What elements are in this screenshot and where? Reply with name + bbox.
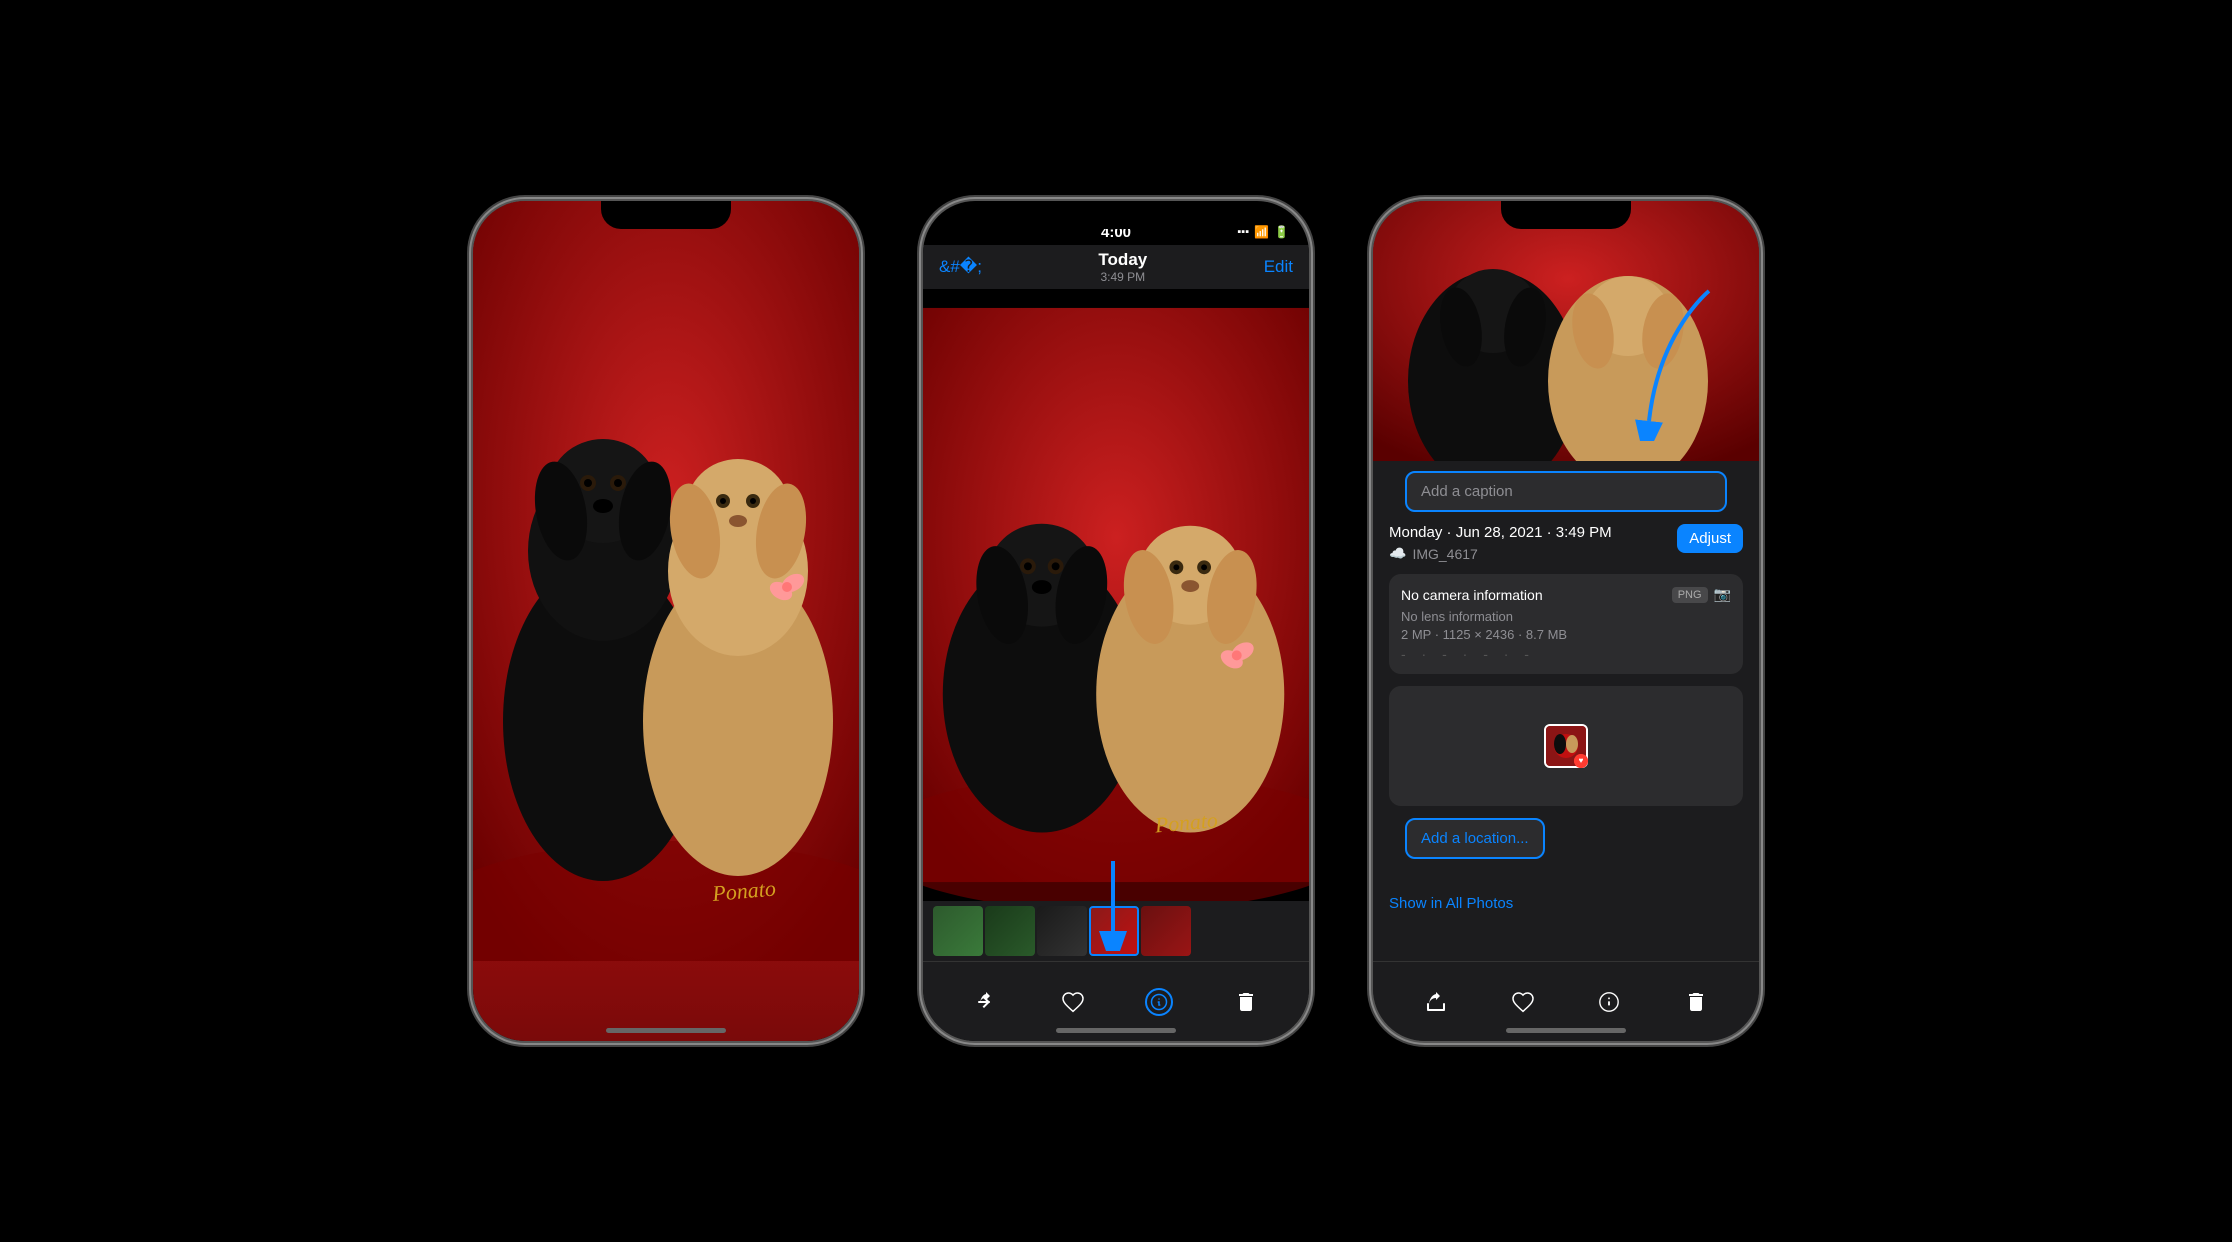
dog-photo-2: Ponato [923, 289, 1309, 901]
location-section: Add a location... [1389, 818, 1743, 871]
show-all-photos-link[interactable]: Show in All Photos [1373, 883, 1759, 924]
time-display: 4:00 [1101, 224, 1131, 241]
photo-top-3 [1373, 201, 1759, 461]
filmstrip-thumb-5[interactable] [1141, 906, 1191, 956]
signal-icon: ▪▪▪ [1237, 226, 1249, 238]
phone-3: Add a caption Monday · Jun 28, 2021 · 3:… [1371, 199, 1761, 1043]
share-button-3[interactable] [1422, 988, 1450, 1016]
home-indicator-1 [606, 1028, 726, 1033]
wifi-icon: 📶 [1254, 225, 1269, 239]
info-section: Monday · Jun 28, 2021 · 3:49 PM ☁️ IMG_4… [1373, 512, 1759, 574]
back-button[interactable]: &#�; [939, 257, 982, 277]
map-area: ♥ [1389, 686, 1743, 806]
photo-fullscreen-1: Ponato [473, 201, 859, 1041]
edit-button[interactable]: Edit [1264, 257, 1293, 277]
arrow-indicator-caption [1629, 281, 1729, 446]
add-location-button[interactable]: Add a location... [1405, 818, 1545, 859]
info-button-highlighted[interactable] [1145, 988, 1173, 1016]
camera-dashes: - · - · - · - [1401, 646, 1731, 662]
caption-section: Add a caption [1389, 471, 1743, 512]
favorite-button-3[interactable] [1509, 988, 1537, 1016]
arrow-indicator-info [1078, 851, 1148, 956]
nav-bar-2: &#�; Today 3:49 PM Edit [923, 245, 1309, 289]
nav-subtitle: 3:49 PM [1098, 270, 1147, 284]
lens-info: No lens information [1401, 609, 1731, 624]
nav-title-block: Today 3:49 PM [1098, 250, 1147, 284]
info-button-3[interactable] [1595, 988, 1623, 1016]
nav-title: Today [1098, 250, 1147, 270]
adjust-button[interactable]: Adjust [1677, 524, 1743, 553]
delete-button-3[interactable] [1682, 988, 1710, 1016]
battery-icon: 🔋 [1274, 225, 1289, 239]
phone-1: Ponato [471, 199, 861, 1043]
dog-illustration-1: Ponato [473, 201, 859, 961]
camera-info-card: No camera information PNG 📷 No lens info… [1389, 574, 1743, 674]
home-indicator-2 [1056, 1028, 1176, 1033]
delete-button[interactable] [1232, 988, 1260, 1016]
home-indicator-3 [1506, 1028, 1626, 1033]
camera-info-header: No camera information PNG 📷 [1401, 586, 1731, 603]
dog-photo-1: Ponato [473, 201, 859, 1041]
photo-specs: 2 MP · 1125 × 2436 · 8.7 MB [1401, 627, 1731, 642]
filmstrip-thumb-1[interactable] [933, 906, 983, 956]
caption-input[interactable]: Add a caption [1405, 471, 1727, 512]
status-bar-2: 4:00 ▪▪▪ 📶 🔋 [923, 201, 1309, 245]
share-button[interactable] [972, 988, 1000, 1016]
file-type-badge: PNG [1672, 587, 1708, 603]
photo-area-2[interactable]: Ponato [923, 289, 1309, 901]
camera-info-title: No camera information [1401, 587, 1543, 603]
phone-2: 4:00 ▪▪▪ 📶 🔋 &#�; Today 3:49 PM Edit [921, 199, 1311, 1043]
favorite-button[interactable] [1059, 988, 1087, 1016]
camera-icon: 📷 [1714, 586, 1731, 603]
filmstrip-thumb-2[interactable] [985, 906, 1035, 956]
icloud-icon: ☁️ [1389, 545, 1406, 562]
map-thumbnail: ♥ [1544, 724, 1588, 768]
